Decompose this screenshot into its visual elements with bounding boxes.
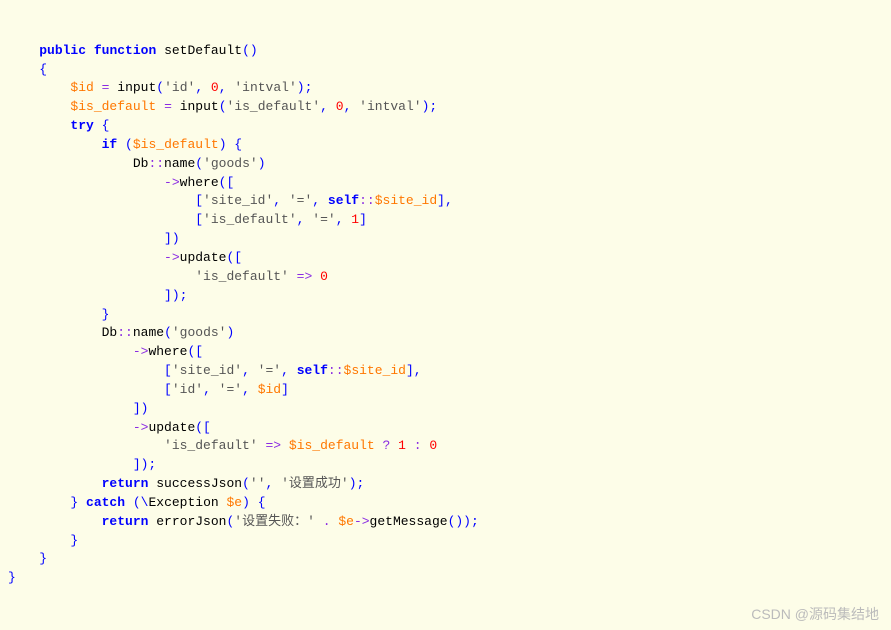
- code-line[interactable]: ]): [8, 230, 891, 249]
- code-line[interactable]: ['id', '=', $id]: [8, 381, 891, 400]
- code-line[interactable]: }: [8, 306, 891, 325]
- code-line[interactable]: 'is_default' => 0: [8, 268, 891, 287]
- code-line[interactable]: ['is_default', '=', 1]: [8, 211, 891, 230]
- code-line[interactable]: }: [8, 532, 891, 551]
- code-line[interactable]: ->where([: [8, 343, 891, 362]
- code-line[interactable]: return errorJson('设置失败：' . $e->getMessag…: [8, 513, 891, 532]
- code-line[interactable]: $id = input('id', 0, 'intval');: [8, 79, 891, 98]
- code-line[interactable]: } catch (\Exception $e) {: [8, 494, 891, 513]
- code-line[interactable]: if ($is_default) {: [8, 136, 891, 155]
- code-line[interactable]: public function setDefault(): [8, 42, 891, 61]
- code-line[interactable]: ->update([: [8, 419, 891, 438]
- code-line[interactable]: ]): [8, 400, 891, 419]
- code-block: public function setDefault() { $id = inp…: [8, 42, 891, 588]
- code-line[interactable]: }: [8, 569, 891, 588]
- code-line[interactable]: Db::name('goods'): [8, 155, 891, 174]
- code-line[interactable]: ['site_id', '=', self::$site_id],: [8, 192, 891, 211]
- code-line[interactable]: ]);: [8, 456, 891, 475]
- code-line[interactable]: ->where([: [8, 174, 891, 193]
- code-line[interactable]: {: [8, 61, 891, 80]
- code-line[interactable]: ]);: [8, 287, 891, 306]
- code-line[interactable]: try {: [8, 117, 891, 136]
- code-line[interactable]: 'is_default' => $is_default ? 1 : 0: [8, 437, 891, 456]
- code-line[interactable]: ->update([: [8, 249, 891, 268]
- code-line[interactable]: return successJson('', '设置成功');: [8, 475, 891, 494]
- code-line[interactable]: ['site_id', '=', self::$site_id],: [8, 362, 891, 381]
- watermark-text: CSDN @源码集结地: [751, 604, 879, 624]
- code-line[interactable]: Db::name('goods'): [8, 324, 891, 343]
- code-line[interactable]: $is_default = input('is_default', 0, 'in…: [8, 98, 891, 117]
- code-editor[interactable]: public function setDefault() { $id = inp…: [0, 0, 891, 630]
- code-line[interactable]: }: [8, 550, 891, 569]
